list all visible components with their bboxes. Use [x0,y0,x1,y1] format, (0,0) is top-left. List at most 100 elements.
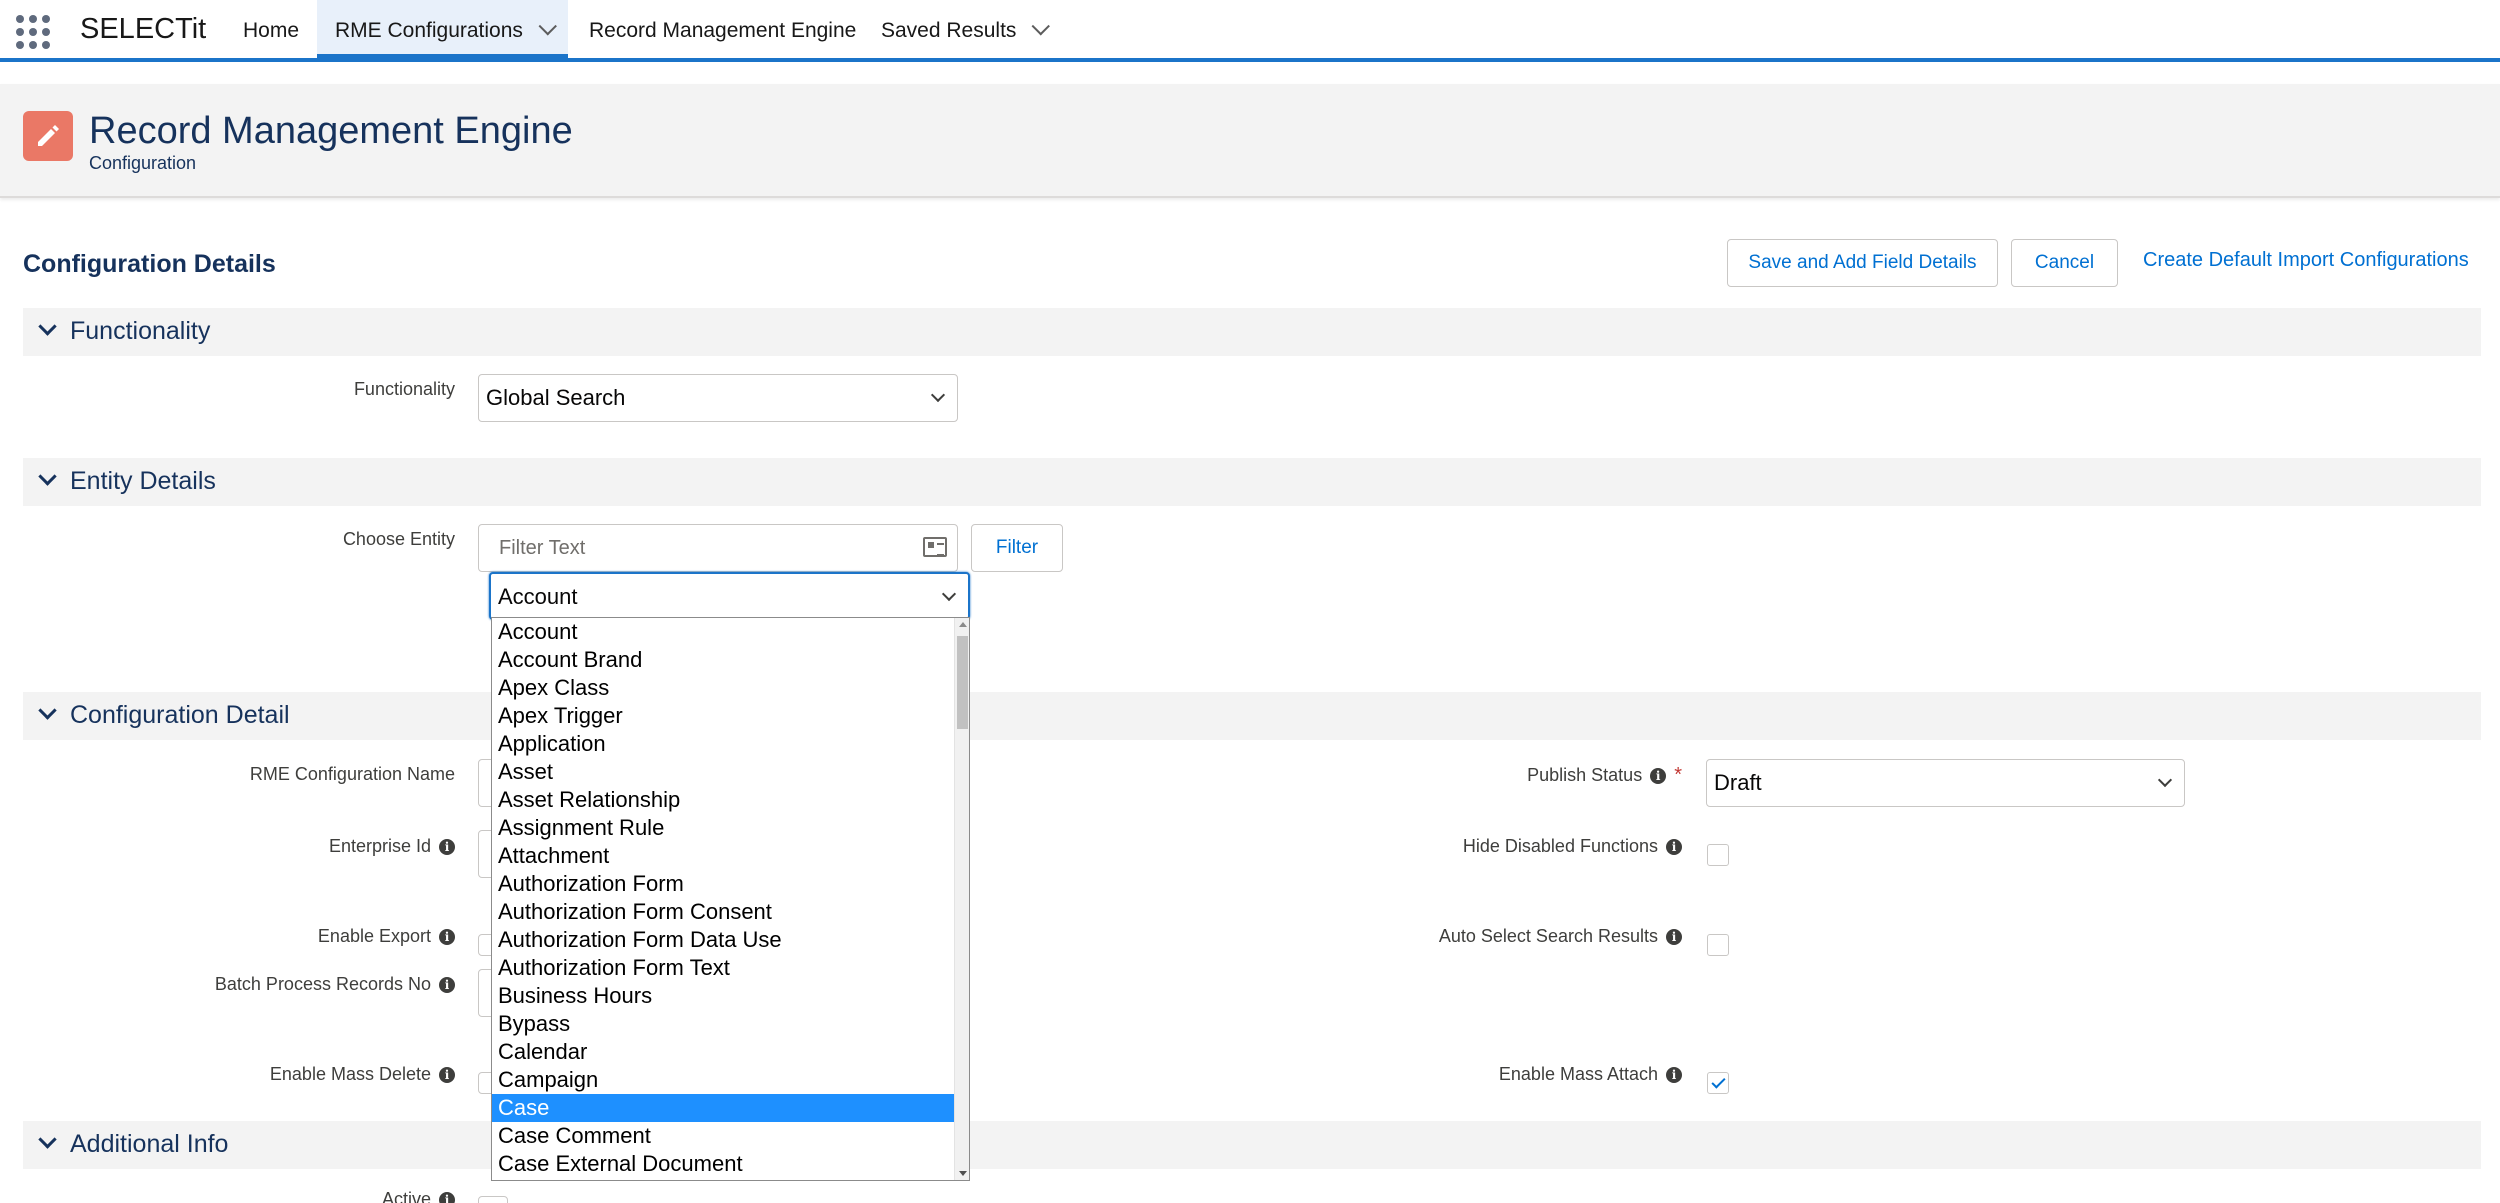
nav-item-saved-results[interactable]: Saved Results [863,0,1061,58]
functionality-select[interactable]: Global Search [478,374,958,422]
entity-options: Account Account Brand Apex Class Apex Trigg… [492,618,954,1178]
chevron-down-icon [930,387,946,403]
info-icon[interactable]: i [439,1192,455,1203]
nav-item-rme-configurations[interactable]: RME Configurations [317,0,568,58]
publish-status-label: Publish Status [1527,765,1643,785]
auto-select-checkbox[interactable] [1707,934,1729,956]
chevron-down-icon[interactable] [38,467,57,486]
scroll-thumb[interactable] [957,636,968,729]
entity-option[interactable]: Business Hours [492,982,954,1010]
auto-select-label: Auto Select Search Results [1438,926,1658,946]
entity-option[interactable]: Authorization Form Data Use [492,926,954,954]
nav-item-home[interactable]: Home [225,0,317,58]
entity-listbox[interactable]: Account Account Brand Apex Class Apex Trigg… [491,617,970,1181]
info-icon[interactable]: i [439,929,455,945]
entity-option[interactable]: Bypass [492,1010,954,1038]
entity-option[interactable]: Account Brand [492,646,954,674]
info-icon[interactable]: i [439,1067,455,1083]
entity-value: Account [498,584,578,609]
entity-option[interactable]: Asset Relationship [492,786,954,814]
nav-item-label: RME Configurations [335,19,523,42]
publish-status-value: Draft [1714,770,1762,795]
entity-option[interactable]: Case [492,1094,954,1122]
chevron-down-icon [941,586,957,602]
entity-option[interactable]: Case Comment [492,1122,954,1150]
app-name: SELECTit [80,13,207,45]
batch-process-label-row: Batch Process Records No i [215,974,455,995]
chevron-down-icon[interactable] [38,317,57,336]
scroll-down-arrow-icon[interactable] [959,1171,967,1176]
entity-option[interactable]: Apex Class [492,674,954,702]
info-icon[interactable]: i [1666,1067,1682,1083]
auto-select-label-row: Auto Select Search Results i [1439,926,1682,947]
filter-button[interactable]: Filter [971,524,1063,572]
enable-mass-attach-label-row: Enable Mass Attach i [1499,1064,1682,1085]
filter-text-placeholder: Filter Text [499,537,586,559]
cancel-button[interactable]: Cancel [2011,239,2118,287]
page-header: Record Management Engine Configuration [0,84,2500,198]
entity-option[interactable]: Assignment Rule [492,814,954,842]
info-icon[interactable]: i [1666,929,1682,945]
section-additional-info[interactable]: Additional Info [23,1121,2481,1169]
enable-mass-attach-label: Enable Mass Attach [1498,1064,1658,1084]
create-default-import-configurations-link[interactable]: Create Default Import Configurations [2143,249,2469,272]
chevron-down-icon [2157,772,2173,788]
chevron-down-icon[interactable] [538,17,557,36]
nav-item-label: Record Management Engine [589,19,857,42]
filter-text-input[interactable]: Filter Text [478,524,958,572]
entity-option[interactable]: Authorization Form [492,870,954,898]
entity-option[interactable]: Asset [492,758,954,786]
functionality-label: Functionality [353,379,455,399]
rme-config-name-label: RME Configuration Name [249,764,455,784]
enable-export-label: Enable Export [317,926,431,946]
nav-item-record-management-engine[interactable]: Record Management Engine [571,0,874,58]
save-and-add-field-details-button[interactable]: Save and Add Field Details [1727,239,1998,287]
enable-export-label-row: Enable Export i [318,926,455,947]
nav-item-label: Saved Results [881,19,1017,42]
entity-option[interactable]: Authorization Form Consent [492,898,954,926]
scroll-up-arrow-icon[interactable] [959,622,967,627]
info-icon[interactable]: i [439,977,455,993]
publish-status-select[interactable]: Draft [1706,759,2185,807]
publish-status-label-row: Publish Status i * [1527,764,1682,787]
section-title: Functionality [70,317,211,345]
entity-option[interactable]: Apex Trigger [492,702,954,730]
entity-option[interactable]: Authorization Form Text [492,954,954,982]
entity-option[interactable]: Account [492,618,954,646]
info-icon[interactable]: i [1666,839,1682,855]
entity-option[interactable]: Case External Document [492,1150,954,1178]
section-configuration-detail[interactable]: Configuration Detail [23,692,2481,740]
enterprise-id-label: Enterprise Id [328,836,431,856]
section-title: Configuration Detail [70,701,290,729]
required-indicator: * [1674,764,1682,786]
page-subtitle: Configuration [89,153,197,173]
active-label-row: Active i [382,1189,455,1203]
section-entity-details[interactable]: Entity Details [23,458,2481,506]
hide-disabled-checkbox[interactable] [1707,844,1729,866]
hide-disabled-label: Hide Disabled Functions [1462,836,1658,856]
enable-mass-delete-label-row: Enable Mass Delete i [270,1064,455,1085]
active-checkbox[interactable] [478,1196,508,1203]
enable-mass-delete-label: Enable Mass Delete [269,1064,431,1084]
chevron-down-icon[interactable] [1031,17,1051,36]
app-launcher-icon[interactable] [14,13,50,49]
page-title: Record Management Engine [89,110,573,152]
batch-process-label: Batch Process Records No [214,974,431,994]
functionality-value: Global Search [486,385,626,410]
entity-option[interactable]: Application [492,730,954,758]
section-functionality[interactable]: Functionality [23,308,2481,356]
entity-option[interactable]: Calendar [492,1038,954,1066]
entity-option[interactable]: Campaign [492,1066,954,1094]
hide-disabled-label-row: Hide Disabled Functions i [1463,836,1682,857]
chevron-down-icon[interactable] [38,701,57,720]
info-icon[interactable]: i [1650,768,1667,784]
entity-select[interactable]: Account [489,572,970,620]
enterprise-id-label-row: Enterprise Id i [329,836,455,857]
enable-mass-attach-checkbox[interactable] [1707,1072,1729,1094]
address-card-icon [923,537,947,557]
entity-option[interactable]: Attachment [492,842,954,870]
chevron-down-icon[interactable] [38,1130,57,1149]
listbox-scrollbar[interactable] [954,618,969,1180]
section-title: Additional Info [70,1130,229,1158]
info-icon[interactable]: i [439,839,455,855]
